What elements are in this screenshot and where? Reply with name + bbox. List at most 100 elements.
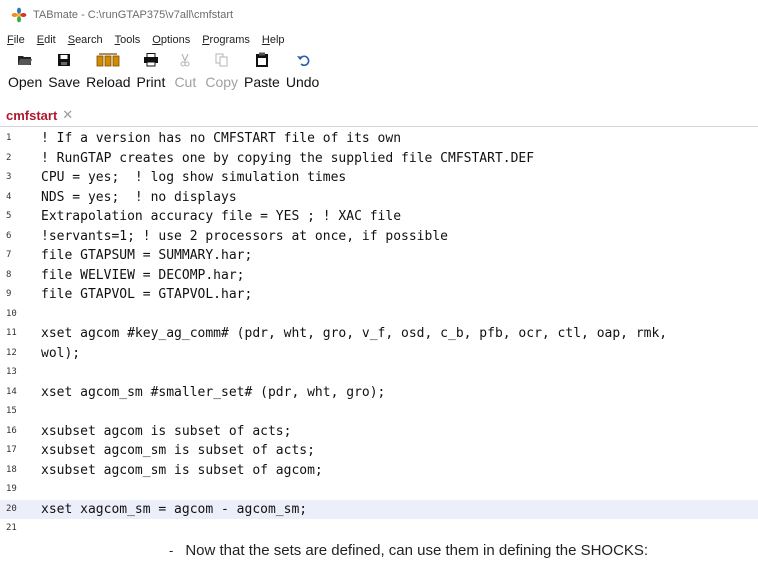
line-text: xsubset agcom is subset of acts;	[41, 423, 292, 439]
clipboard-icon	[248, 50, 276, 70]
close-icon[interactable]: ✕	[62, 107, 73, 123]
line-number: 15	[6, 406, 17, 416]
paste-button[interactable]: Paste	[242, 50, 282, 90]
code-line[interactable]: 18 xsubset agcom_sm is subset of agcom;	[0, 461, 758, 481]
toolbar-label: Paste	[244, 74, 280, 90]
line-text: !servants=1; ! use 2 processors at once,…	[41, 228, 448, 244]
line-number: 16	[6, 425, 17, 436]
code-line[interactable]: 19	[0, 480, 758, 500]
line-number: 13	[6, 367, 17, 377]
line-number: 8	[6, 269, 12, 280]
tab-bar: cmfstart ✕	[0, 104, 758, 127]
line-text: Extrapolation accuracy file = YES ; ! XA…	[41, 209, 402, 224]
line-number: 9	[6, 289, 12, 299]
line-number: 19	[6, 484, 17, 494]
undo-icon	[289, 50, 317, 70]
toolbar-label: Print	[136, 74, 166, 90]
scissors-icon	[171, 50, 199, 70]
line-number: 10	[6, 308, 17, 319]
line-text: file WELVIEW = DECOMP.har;	[41, 267, 245, 283]
code-line[interactable]: 20 xset xagcom_sm = agcom - agcom_sm;	[0, 499, 758, 519]
line-number: 7	[6, 250, 12, 260]
line-text: wol);	[41, 345, 81, 361]
line-number: 21	[6, 523, 17, 533]
menu-item-edit[interactable]: Edit	[36, 34, 57, 46]
code-line[interactable]: 16 xsubset agcom is subset of acts;	[0, 422, 758, 442]
tabmate-app-icon	[11, 7, 27, 23]
menu-item-options[interactable]: Options	[151, 34, 191, 46]
code-line[interactable]: 8 file WELVIEW = DECOMP.har;	[0, 266, 758, 286]
code-editor[interactable]: 1 ! If a version has no CMFSTART file of …	[0, 127, 758, 536]
title-bar: TABmate - C:\runGTAP375\v7all\cmfstart	[0, 0, 758, 30]
code-line[interactable]: 6 !servants=1; ! use 2 processors at once…	[0, 227, 758, 247]
line-text: xsubset agcom_sm is subset of agcom;	[41, 462, 323, 478]
code-line[interactable]: 9 file GTAPVOL = GTAPVOL.har;	[0, 285, 758, 305]
floppy-disk-icon	[50, 50, 78, 70]
line-text: NDS = yes; ! no displays	[41, 189, 237, 205]
code-line[interactable]: 3 CPU = yes; ! log show simulation times	[0, 168, 758, 188]
menu-bar: File Edit Search Tools Options Programs Help	[0, 30, 758, 50]
toolbar-label: Save	[48, 74, 81, 90]
line-number: 14	[6, 386, 17, 397]
line-number: 3	[6, 172, 12, 182]
printer-icon	[137, 50, 165, 70]
tab-label: cmfstart	[6, 107, 58, 123]
code-line[interactable]: 1 ! If a version has no CMFSTART file of …	[0, 129, 758, 149]
save-button[interactable]: Save	[46, 50, 82, 90]
line-number: 11	[6, 328, 17, 338]
line-text: file GTAPSUM = SUMMARY.har;	[41, 248, 253, 263]
line-number: 12	[6, 347, 17, 358]
line-number: 1	[6, 133, 12, 143]
code-line[interactable]: 10	[0, 305, 758, 325]
reload-button[interactable]: Reload	[84, 50, 132, 90]
toolbar-label: Cut	[174, 74, 197, 90]
code-line[interactable]: 13	[0, 363, 758, 383]
menu-item-tools[interactable]: Tools	[114, 34, 142, 46]
print-button[interactable]: Print	[135, 50, 168, 90]
code-line[interactable]: 4 NDS = yes; ! no displays	[0, 188, 758, 208]
line-number: 6	[6, 230, 12, 241]
code-line[interactable]: 7 file GTAPSUM = SUMMARY.har;	[0, 246, 758, 266]
line-number: 2	[6, 152, 12, 163]
line-text: xset xagcom_sm = agcom - agcom_sm;	[41, 501, 308, 517]
code-line[interactable]: 5 Extrapolation accuracy file = YES ; ! X…	[0, 207, 758, 227]
line-number: 18	[6, 464, 17, 475]
line-text: ! If a version has no CMFSTART file of i…	[41, 131, 402, 146]
caption-text: Now that the sets are defined, can use t…	[185, 541, 649, 559]
code-line[interactable]: 15	[0, 402, 758, 422]
caption: - Now that the sets are defined, can use…	[169, 539, 758, 561]
line-number: 17	[6, 445, 17, 455]
menu-item-file[interactable]: File	[6, 34, 26, 46]
menu-item-programs[interactable]: Programs	[201, 34, 251, 46]
code-line[interactable]: 11 xset agcom #key_ag_comm# (pdr, wht, gr…	[0, 324, 758, 344]
open-button[interactable]: Open	[6, 50, 44, 90]
tab-cmfstart[interactable]: cmfstart ✕	[0, 104, 80, 126]
toolbar-label: Open	[8, 74, 43, 90]
toolbar-label: Copy	[205, 74, 239, 90]
code-line[interactable]: 17 xsubset agcom_sm is subset of acts;	[0, 441, 758, 461]
code-line[interactable]: 2 ! RunGTAP creates one by copying the su…	[0, 149, 758, 169]
window-title: TABmate - C:\runGTAP375\v7all\cmfstart	[33, 9, 234, 21]
cut-button[interactable]: Cut	[169, 50, 201, 90]
line-text: xset agcom #key_ag_comm# (pdr, wht, gro,…	[41, 326, 668, 341]
toolbar-label: Reload	[86, 74, 131, 90]
copy-icon	[208, 50, 236, 70]
code-line[interactable]: 12 wol);	[0, 344, 758, 364]
menu-item-search[interactable]: Search	[67, 34, 104, 46]
line-text: file GTAPVOL = GTAPVOL.har;	[41, 287, 253, 302]
line-text: CPU = yes; ! log show simulation times	[41, 170, 347, 185]
reload-icon	[94, 50, 122, 70]
code-line[interactable]: 14 xset agcom_sm #smaller_set# (pdr, wht,…	[0, 383, 758, 403]
tabmate-window: TABmate - C:\runGTAP375\v7all\cmfstart F…	[0, 0, 758, 536]
line-number: 20	[6, 503, 17, 514]
code-line[interactable]: 21	[0, 519, 758, 536]
line-text: xset agcom_sm #smaller_set# (pdr, wht, g…	[41, 384, 386, 400]
line-number: 5	[6, 211, 12, 221]
line-number: 4	[6, 191, 12, 202]
open-folder-icon	[11, 50, 39, 70]
bullet: -	[169, 542, 174, 558]
copy-button[interactable]: Copy	[203, 50, 240, 90]
toolbar-label: Undo	[285, 74, 320, 90]
menu-item-help[interactable]: Help	[261, 34, 286, 46]
undo-button[interactable]: Undo	[284, 50, 321, 90]
